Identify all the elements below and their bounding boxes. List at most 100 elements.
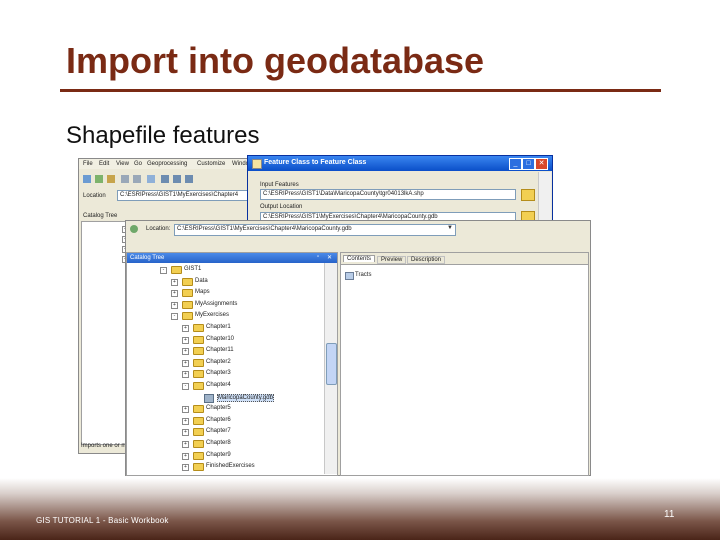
expand-icon[interactable]: + xyxy=(182,452,189,460)
tree-item-label: Chapter6 xyxy=(206,416,231,423)
input-features-field[interactable]: C:\ESRIPress\GIST1\Data\MaricopaCounty\t… xyxy=(260,189,516,200)
menu-customize[interactable]: Customize xyxy=(197,161,225,167)
tree-scrollbar[interactable] xyxy=(324,263,337,474)
pin-icon[interactable]: ▫ xyxy=(317,254,319,260)
catalog-tree-title-bar: Catalog Tree ▫ ✕ xyxy=(127,253,337,263)
maximize-button[interactable]: □ xyxy=(522,158,535,170)
tree-item-label: Chapter4 xyxy=(206,382,231,388)
tree-item-label: Chapter2 xyxy=(206,358,231,365)
tree-item-label: Chapter7 xyxy=(206,428,231,435)
menu-edit[interactable]: Edit xyxy=(99,161,109,167)
expand-icon[interactable]: + xyxy=(182,348,189,356)
expand-icon[interactable]: + xyxy=(171,278,178,286)
footer-text: GIS TUTORIAL 1 - Basic Workbook xyxy=(36,516,169,525)
scrollbar-thumb[interactable] xyxy=(326,343,337,385)
expand-icon[interactable]: + xyxy=(182,417,189,425)
tree-item[interactable]: - Chapter4 xyxy=(127,381,323,391)
output-location-label: Output Location xyxy=(260,204,303,210)
catalog-location-field[interactable]: C:\ESRIPress\GIST1\MyExercises\Chapter4\… xyxy=(174,224,456,236)
collapse-icon[interactable]: - xyxy=(171,313,178,321)
toolbar-icon[interactable] xyxy=(161,175,169,183)
expand-icon[interactable]: + xyxy=(182,325,189,332)
menu-view[interactable]: View xyxy=(116,161,129,167)
folder-icon xyxy=(193,440,204,448)
tree-item[interactable]: + Chapter8 xyxy=(127,439,323,449)
tree-item[interactable]: + Chapter3 xyxy=(127,369,323,379)
expand-icon[interactable]: + xyxy=(182,429,189,437)
minimize-button[interactable]: _ xyxy=(509,158,522,170)
catalog-location-bar: Location: C:\ESRIPress\GIST1\MyExercises… xyxy=(126,221,590,238)
tree-item[interactable]: - MyExercises xyxy=(127,311,323,321)
expand-icon[interactable]: + xyxy=(171,290,178,298)
tab-contents[interactable]: Contents xyxy=(343,255,376,262)
folder-icon xyxy=(193,347,204,356)
expand-icon[interactable]: + xyxy=(182,464,189,472)
folder-icon xyxy=(182,312,193,321)
tree-item[interactable]: + Chapter7 xyxy=(127,427,323,437)
tree-item[interactable]: + FinishedExercises xyxy=(127,462,323,472)
tree-item-label: Chapter11 xyxy=(206,347,234,354)
folder-icon xyxy=(193,463,204,472)
tree-item[interactable]: + Chapter1 xyxy=(127,323,323,333)
toolbar-icon[interactable] xyxy=(95,175,103,183)
arcmap-location-field[interactable]: C:\ESRIPress\GIST1\MyExercises\Chapter4 xyxy=(117,190,249,201)
toolbar-icon[interactable] xyxy=(147,175,155,183)
close-icon[interactable]: ✕ xyxy=(327,254,332,261)
arcmap-location-label: Location xyxy=(83,193,106,199)
toolbar-icon[interactable] xyxy=(121,175,129,183)
chevron-down-icon[interactable]: ▼ xyxy=(446,225,454,235)
close-button[interactable]: ✕ xyxy=(535,158,548,170)
collapse-icon[interactable]: - xyxy=(160,267,167,274)
folder-icon xyxy=(193,428,204,437)
expand-icon[interactable]: + xyxy=(182,359,189,367)
toolbar-icon[interactable] xyxy=(133,175,141,183)
browse-folder-icon[interactable] xyxy=(521,189,535,201)
folder-icon xyxy=(171,266,182,274)
toolbar-icon[interactable] xyxy=(83,175,91,183)
menu-file[interactable]: File xyxy=(83,161,93,167)
tool-icon xyxy=(252,159,262,169)
tab-description[interactable]: Description xyxy=(407,256,446,264)
collapse-icon[interactable]: - xyxy=(182,383,189,390)
toolbar-icon[interactable] xyxy=(107,175,115,183)
footer-band xyxy=(0,478,720,540)
tree-item[interactable]: + MyAssignments xyxy=(127,300,323,310)
content-item-tracts[interactable]: Tracts xyxy=(355,272,371,278)
tree-item[interactable]: + Chapter2 xyxy=(127,358,323,368)
catalog-location-value: C:\ESRIPress\GIST1\MyExercises\Chapter4\… xyxy=(177,226,352,232)
toolbar-icon[interactable] xyxy=(185,175,193,183)
tree-item[interactable]: + Chapter11 xyxy=(127,346,323,356)
arcmap-toolbar xyxy=(81,173,246,187)
tree-item[interactable]: + Chapter6 xyxy=(127,416,323,426)
expand-icon[interactable]: + xyxy=(182,336,189,344)
tree-item[interactable]: + Maps xyxy=(127,288,323,298)
tree-item[interactable]: - GIST1 xyxy=(127,265,323,275)
tree-item-label: GIST1 xyxy=(184,266,202,272)
tree-item[interactable]: + Chapter10 xyxy=(127,335,323,345)
tree-item-label: Maps xyxy=(195,289,210,296)
folder-icon xyxy=(193,324,204,332)
tree-item[interactable]: + Chapter5 xyxy=(127,404,323,414)
slide-title: Import into geodatabase xyxy=(66,40,485,81)
catalog-tree-pane: Catalog Tree ▫ ✕ - GIST1 + Data + Maps + MyAssi… xyxy=(126,252,338,476)
page-number: 11 xyxy=(664,509,675,520)
tab-preview[interactable]: Preview xyxy=(377,256,407,264)
catalog-content-pane: Contents Preview Description Tracts xyxy=(340,252,589,476)
menu-geoprocessing[interactable]: Geoprocessing xyxy=(147,161,187,167)
expand-icon[interactable]: + xyxy=(182,441,189,448)
expand-icon[interactable]: + xyxy=(171,301,178,309)
slide-subtitle: Shapefile features xyxy=(66,122,260,149)
toolbar-icon[interactable] xyxy=(173,175,181,183)
back-arrow-icon[interactable] xyxy=(130,225,138,233)
folder-icon xyxy=(182,289,193,298)
tree-item[interactable]: MaricopaCounty.gdb xyxy=(127,393,323,403)
tree-item[interactable]: + Chapter9 xyxy=(127,451,323,461)
tree-item-label: Chapter9 xyxy=(206,451,231,458)
expand-icon[interactable]: + xyxy=(182,406,189,414)
tree-item-label: Chapter3 xyxy=(206,370,231,377)
menu-go[interactable]: Go xyxy=(134,161,142,167)
content-tabs: Contents Preview Description xyxy=(341,253,588,265)
tree-item[interactable]: + Data xyxy=(127,277,323,287)
tree-item-label: Chapter5 xyxy=(206,405,231,412)
expand-icon[interactable]: + xyxy=(182,371,189,379)
